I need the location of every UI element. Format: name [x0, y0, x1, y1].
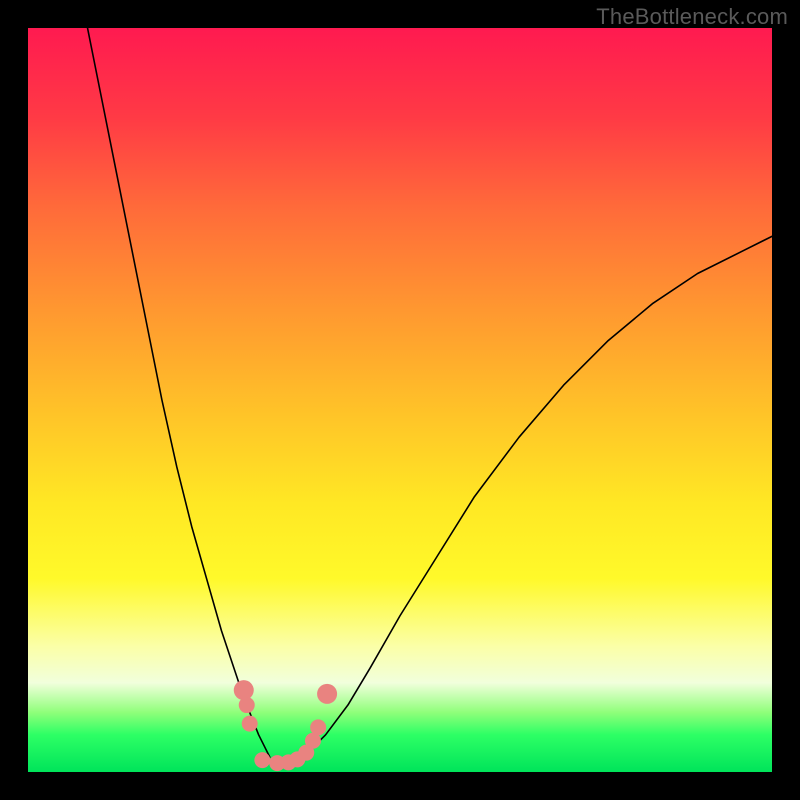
watermark-label: TheBottleneck.com	[596, 4, 788, 30]
marker-point	[317, 684, 337, 704]
marker-point	[254, 752, 270, 768]
curve-left-arm	[88, 28, 270, 757]
chart-frame: TheBottleneck.com	[0, 0, 800, 800]
plot-area	[28, 28, 772, 772]
marker-point	[234, 680, 254, 700]
chart-svg	[28, 28, 772, 772]
marker-point	[242, 716, 258, 732]
marker-point	[239, 697, 255, 713]
curve-right-arm	[303, 236, 772, 757]
marker-point	[310, 719, 326, 735]
